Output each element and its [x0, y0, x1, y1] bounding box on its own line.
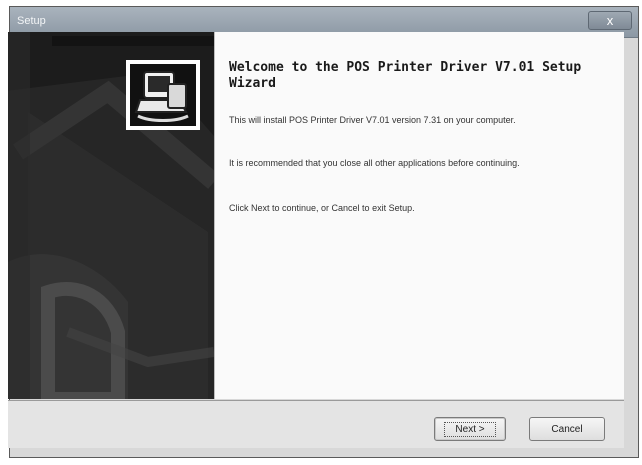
next-button[interactable]: Next >: [434, 417, 506, 441]
wizard-heading: Welcome to the POS Printer Driver V7.01 …: [229, 60, 582, 91]
close-apps-recommendation: It is recommended that you close all oth…: [229, 158, 520, 168]
installer-computer-icon: [126, 60, 200, 130]
window-title: Setup: [17, 15, 46, 27]
wizard-button-bar: Next > Cancel: [8, 400, 624, 448]
continue-instructions: Click Next to continue, or Cancel to exi…: [229, 203, 415, 213]
next-button-label: Next >: [444, 421, 496, 437]
close-button[interactable]: x: [588, 11, 632, 30]
wizard-sidebar-banner: [8, 32, 214, 399]
cancel-button[interactable]: Cancel: [529, 417, 605, 441]
wizard-content-panel: Welcome to the POS Printer Driver V7.01 …: [214, 32, 624, 399]
install-description: This will install POS Printer Driver V7.…: [229, 115, 516, 125]
